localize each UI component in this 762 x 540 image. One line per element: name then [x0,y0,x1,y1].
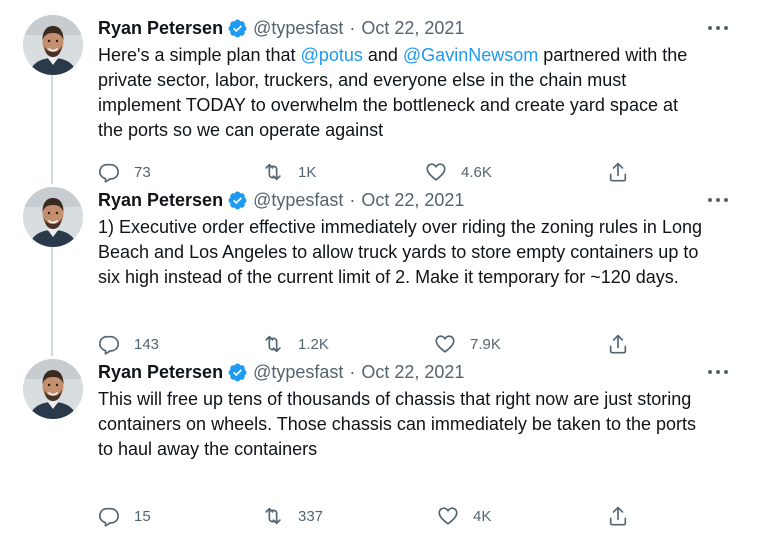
like-count: 4K [473,507,492,525]
share-button[interactable] [607,504,629,528]
thread-line [51,247,53,344]
more-button[interactable] [704,18,732,38]
separator-dot: · [349,361,356,382]
like-icon [437,505,459,527]
reply-icon [98,505,120,527]
author-name[interactable]: Ryan Petersen [98,18,223,39]
mention-link[interactable]: @potus [301,45,363,65]
tweet-text: This will free up tens of thousands of c… [98,389,696,459]
more-icon [708,26,728,30]
mention-link[interactable]: @GavinNewsom [403,45,538,65]
timestamp[interactable]: Oct 22, 2021 [361,190,464,211]
retweet-count: 337 [298,507,324,525]
tweet-actions: 15 337 4K [0,504,762,534]
tweet-text: 1) Executive order effective immediately… [98,217,702,287]
avatar[interactable] [23,359,83,419]
author-name[interactable]: Ryan Petersen [98,190,223,211]
thread-line [51,172,53,184]
tweet[interactable]: Ryan Petersen @typesfast · Oct 22, 2021 … [0,172,762,344]
avatar[interactable] [23,15,83,75]
avatar-image [23,15,83,75]
timestamp[interactable]: Oct 22, 2021 [361,362,464,383]
thread-line [51,75,53,172]
share-icon [607,505,629,527]
more-icon [708,198,728,202]
tweet[interactable]: Ryan Petersen @typesfast · Oct 22, 2021 … [0,0,762,172]
more-icon [708,370,728,374]
verified-badge-icon [227,190,248,211]
tweet[interactable]: Ryan Petersen @typesfast · Oct 22, 2021 … [0,344,762,540]
avatar-image [23,359,83,419]
avatar-image [23,187,83,247]
reply-button[interactable]: 15 [98,504,151,528]
author-handle[interactable]: @typesfast [253,18,343,39]
like-button[interactable]: 4K [437,504,491,528]
author-handle[interactable]: @typesfast [253,362,343,383]
avatar[interactable] [23,187,83,247]
timestamp[interactable]: Oct 22, 2021 [361,18,464,39]
tweet-header: Ryan Petersen @typesfast · Oct 22, 2021 [98,15,464,41]
author-handle[interactable]: @typesfast [253,190,343,211]
tweet-header: Ryan Petersen @typesfast · Oct 22, 2021 [98,187,464,213]
separator-dot: · [349,17,356,38]
tweet-text: Here's a simple plan that @potus and @Ga… [98,45,688,140]
tweet-header: Ryan Petersen @typesfast · Oct 22, 2021 [98,359,464,385]
verified-badge-icon [227,18,248,39]
more-button[interactable] [704,190,732,210]
verified-badge-icon [227,362,248,383]
separator-dot: · [349,189,356,210]
retweet-icon [262,505,284,527]
more-button[interactable] [704,362,732,382]
retweet-button[interactable]: 337 [262,504,323,528]
thread-line [51,344,53,356]
author-name[interactable]: Ryan Petersen [98,362,223,383]
reply-count: 15 [134,507,151,525]
